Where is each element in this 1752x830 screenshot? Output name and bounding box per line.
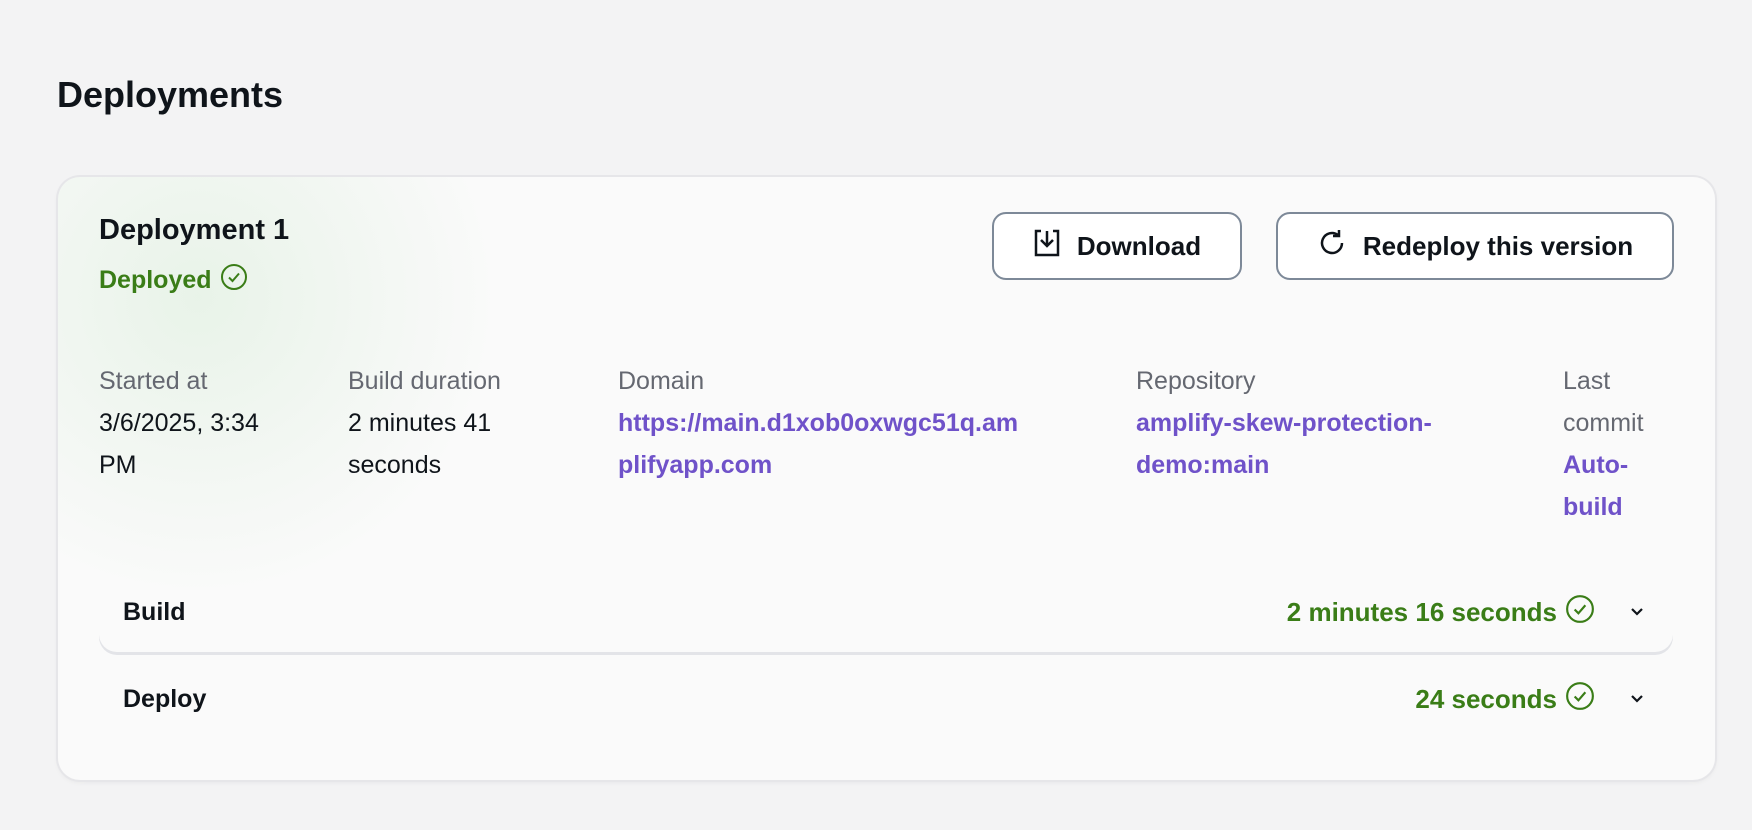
domain-link[interactable]: https://main.d1xob0oxwgc51q.amplifyapp.c… xyxy=(618,402,1028,486)
download-icon xyxy=(1033,228,1061,265)
step-duration: 2 minutes 16 seconds xyxy=(1287,594,1595,631)
detail-label: Repository xyxy=(1136,367,1256,395)
download-label: Download xyxy=(1076,230,1202,261)
step-duration-text: 2 minutes 16 seconds xyxy=(1286,596,1557,627)
step-duration: 24 seconds xyxy=(1415,681,1595,718)
step-build[interactable]: Build 2 minutes 16 seconds xyxy=(99,572,1673,652)
repository-link[interactable]: amplify-skew-protection-demo:main xyxy=(1136,402,1466,486)
check-circle-icon xyxy=(1565,681,1595,718)
detail-label: Last commit xyxy=(1563,367,1644,437)
step-name: Deploy xyxy=(123,684,207,713)
detail-repository: Repository amplify-skew-protection-demo:… xyxy=(1136,360,1466,486)
detail-value: 3/6/2025, 3:34 PM xyxy=(99,409,259,479)
step-deploy[interactable]: Deploy 24 seconds xyxy=(99,659,1673,739)
check-circle-icon xyxy=(220,263,248,298)
detail-label: Domain xyxy=(618,367,705,395)
detail-label: Build duration xyxy=(348,367,501,395)
download-button[interactable]: Download xyxy=(992,212,1242,280)
deployment-title: Deployment 1 xyxy=(99,214,290,246)
chevron-down-icon[interactable] xyxy=(1625,600,1649,624)
detail-last-commit: Last commit Auto-build xyxy=(1563,360,1663,528)
check-circle-icon xyxy=(1565,594,1595,631)
page-title: Deployments xyxy=(57,74,284,115)
redeploy-button[interactable]: Redeploy this version xyxy=(1276,212,1674,280)
step-duration-text: 24 seconds xyxy=(1415,683,1557,714)
chevron-down-icon[interactable] xyxy=(1625,687,1649,711)
status-badge: Deployed xyxy=(99,263,248,298)
step-name: Build xyxy=(123,597,186,626)
deployment-card: Deployment 1 Deployed Download Redeploy … xyxy=(58,177,1715,780)
detail-started-at: Started at 3/6/2025, 3:34 PM xyxy=(99,360,279,486)
detail-value: 2 minutes 41 seconds xyxy=(348,409,492,479)
detail-label: Started at xyxy=(99,367,208,395)
detail-build-duration: Build duration 2 minutes 41 seconds xyxy=(348,360,528,486)
refresh-icon xyxy=(1317,228,1347,265)
redeploy-label: Redeploy this version xyxy=(1362,230,1634,261)
detail-domain: Domain https://main.d1xob0oxwgc51q.ampli… xyxy=(618,360,1028,486)
commit-link[interactable]: Auto-build xyxy=(1563,444,1663,528)
status-label: Deployed xyxy=(99,266,212,294)
